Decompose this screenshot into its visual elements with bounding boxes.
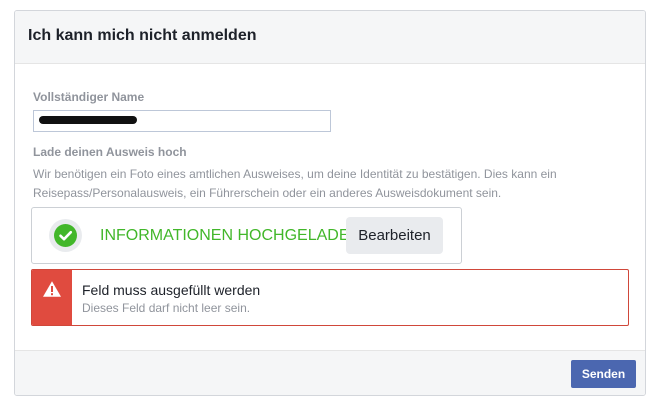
- upload-id-heading: Lade deinen Ausweis hoch: [33, 145, 187, 159]
- error-title: Feld muss ausgefüllt werden: [82, 282, 261, 298]
- full-name-label: Vollständiger Name: [33, 90, 145, 104]
- error-message: Dieses Feld darf nicht leer sein.: [82, 301, 251, 315]
- error-stripe: [32, 270, 72, 325]
- dialog-header: Ich kann mich nicht anmelden: [15, 11, 645, 64]
- upload-id-description: Wir benötigen ein Foto eines amtlichen A…: [33, 167, 557, 200]
- dialog-footer: Senden: [15, 350, 645, 395]
- warning-triangle-icon: [43, 281, 61, 297]
- dialog-title: Ich kann mich nicht anmelden: [28, 27, 257, 44]
- edit-button[interactable]: Bearbeiten: [346, 217, 443, 254]
- redaction-mark: [39, 116, 137, 124]
- login-help-dialog: Ich kann mich nicht anmelden Vollständig…: [14, 10, 646, 396]
- check-circle-icon: [54, 224, 77, 247]
- send-button[interactable]: Senden: [571, 360, 636, 388]
- upload-status-text: INFORMATIONEN HOCHGELADEN: [100, 227, 362, 244]
- full-name-input[interactable]: [33, 110, 331, 132]
- upload-status-box: INFORMATIONEN HOCHGELADEN Bearbeiten: [31, 207, 462, 264]
- error-message-box: Feld muss ausgefüllt werden Dieses Feld …: [31, 269, 629, 326]
